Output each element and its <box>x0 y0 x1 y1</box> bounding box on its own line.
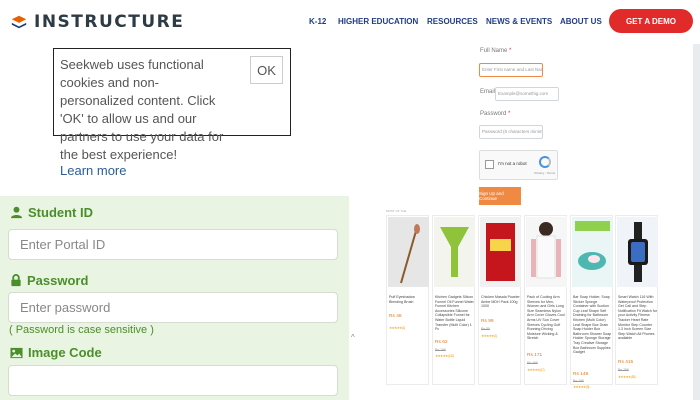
recaptcha-checkbox[interactable] <box>485 160 494 169</box>
signup-continue-button[interactable]: Sign Up and Continue <box>479 187 521 205</box>
product-title: Chicken Masala Powder Ambe MDH Pack 100g… <box>481 295 520 309</box>
password-text: Password <box>27 273 89 288</box>
portal-id-input[interactable]: Enter Portal ID <box>8 229 338 260</box>
product-price: Rs 171 <box>527 353 543 358</box>
password-hint: ( Password is case sensitive ) <box>9 324 154 336</box>
chevron-up-icon[interactable]: ^ <box>351 333 355 342</box>
product-rating: ★★★★★ (82) <box>618 375 636 379</box>
product-title: Smart Watch 116 With Waterproof Protecti… <box>618 295 658 341</box>
password-label-signup: Password * <box>480 111 511 117</box>
recaptcha-logo-icon <box>539 156 551 168</box>
product-grid-heading: MOST OF THE <box>386 209 407 213</box>
product-card[interactable]: Chicken Masala Powder Ambe MDH Pack 100g… <box>478 215 521 385</box>
email-input[interactable]: Example@somethig.com <box>495 87 559 101</box>
product-price: Rs 99 <box>481 319 494 324</box>
product-old-price: Rs 499 <box>527 361 538 365</box>
product-card[interactable]: Puff Eyeshadow Blending Brush Rs 48 ★★★★… <box>386 215 429 385</box>
fullname-input[interactable]: Enter First name and Last Name <box>479 63 543 77</box>
image-code-input[interactable] <box>8 365 338 396</box>
cookie-message: Seekweb uses functional cookies and non-… <box>60 57 224 162</box>
logo-text: INSTRUCTURE <box>34 12 185 32</box>
product-image <box>434 217 475 287</box>
product-card[interactable]: Pack of Cooling Arm Sleeves for Men, Wom… <box>524 215 567 385</box>
product-image <box>526 217 567 287</box>
product-rating: ★★★★★ (5) <box>573 385 589 389</box>
scrollbar[interactable] <box>693 44 700 400</box>
product-card[interactable]: Smart Watch 116 With Waterproof Protecti… <box>615 215 658 385</box>
product-price: Rs 415 <box>618 360 634 365</box>
product-old-price: Rs 199 <box>435 348 446 352</box>
student-id-text: Student ID <box>28 205 93 220</box>
image-code-label: Image Code <box>10 345 102 360</box>
recaptcha-terms: Privacy - Terms <box>534 171 555 175</box>
student-id-label: Student ID <box>10 205 93 220</box>
product-title: Kitchen Gadgets Silicon Funnel Oil Funne… <box>435 295 474 332</box>
site-header: INSTRUCTURE K-12 HIGHER EDUCATION RESOUR… <box>0 0 700 44</box>
product-rating: ★★★★★ (17) <box>527 368 545 372</box>
product-price: Rs 48 <box>389 314 402 319</box>
product-old-price: Rs 799 <box>618 368 629 372</box>
signup-password-input[interactable]: Password (8 characters minimum) <box>479 125 543 139</box>
learn-more-link[interactable]: Learn more <box>60 163 126 178</box>
instructure-logo-icon <box>11 15 27 29</box>
product-title: Bar Soap Holder, Soap Sticker Sponge Con… <box>573 295 612 355</box>
product-card[interactable]: Bar Soap Holder, Soap Sticker Sponge Con… <box>570 215 613 389</box>
nav-resources[interactable]: RESOURCES <box>427 17 478 26</box>
nav-higher-education[interactable]: HIGHER EDUCATION <box>338 17 418 26</box>
nav-about-us[interactable]: ABOUT US <box>560 17 602 26</box>
product-image <box>480 217 521 287</box>
image-code-text: Image Code <box>28 345 102 360</box>
password-input[interactable]: Enter password <box>8 292 338 323</box>
product-rating: ★★★★★ (1) <box>481 334 497 338</box>
instructure-logo[interactable]: INSTRUCTURE <box>10 12 184 32</box>
cookie-ok-button[interactable]: OK <box>250 56 283 84</box>
password-label: Password <box>10 273 88 288</box>
product-image <box>617 217 658 287</box>
get-a-demo-button[interactable]: GET A DEMO <box>609 9 693 33</box>
product-old-price: Rs 199 <box>573 379 584 383</box>
recaptcha-label: I'm not a robot <box>498 161 527 166</box>
fullname-label: Full Name * <box>480 48 512 54</box>
product-image <box>388 217 429 287</box>
product-image <box>572 217 613 287</box>
product-rating: ★★★★★ (142) <box>435 354 454 358</box>
recaptcha-widget[interactable]: I'm not a robot Privacy - Terms <box>479 150 558 180</box>
product-old-price: Rs 85 <box>481 327 490 331</box>
lock-icon <box>11 274 21 287</box>
product-price: Rs 148 <box>573 372 589 377</box>
product-title: Pack of Cooling Arm Sleeves for Men, Wom… <box>527 295 565 341</box>
product-card[interactable]: Kitchen Gadgets Silicon Funnel Oil Funne… <box>432 215 475 385</box>
nav-k12[interactable]: K-12 <box>309 17 326 26</box>
product-title: Puff Eyeshadow Blending Brush <box>389 295 415 304</box>
nav-news-events[interactable]: NEWS & EVENTS <box>486 17 552 26</box>
image-icon <box>10 347 23 358</box>
product-price: Rs 62 <box>435 340 448 345</box>
product-rating: ★★★★★ (1) <box>389 326 405 330</box>
user-icon <box>10 206 23 219</box>
